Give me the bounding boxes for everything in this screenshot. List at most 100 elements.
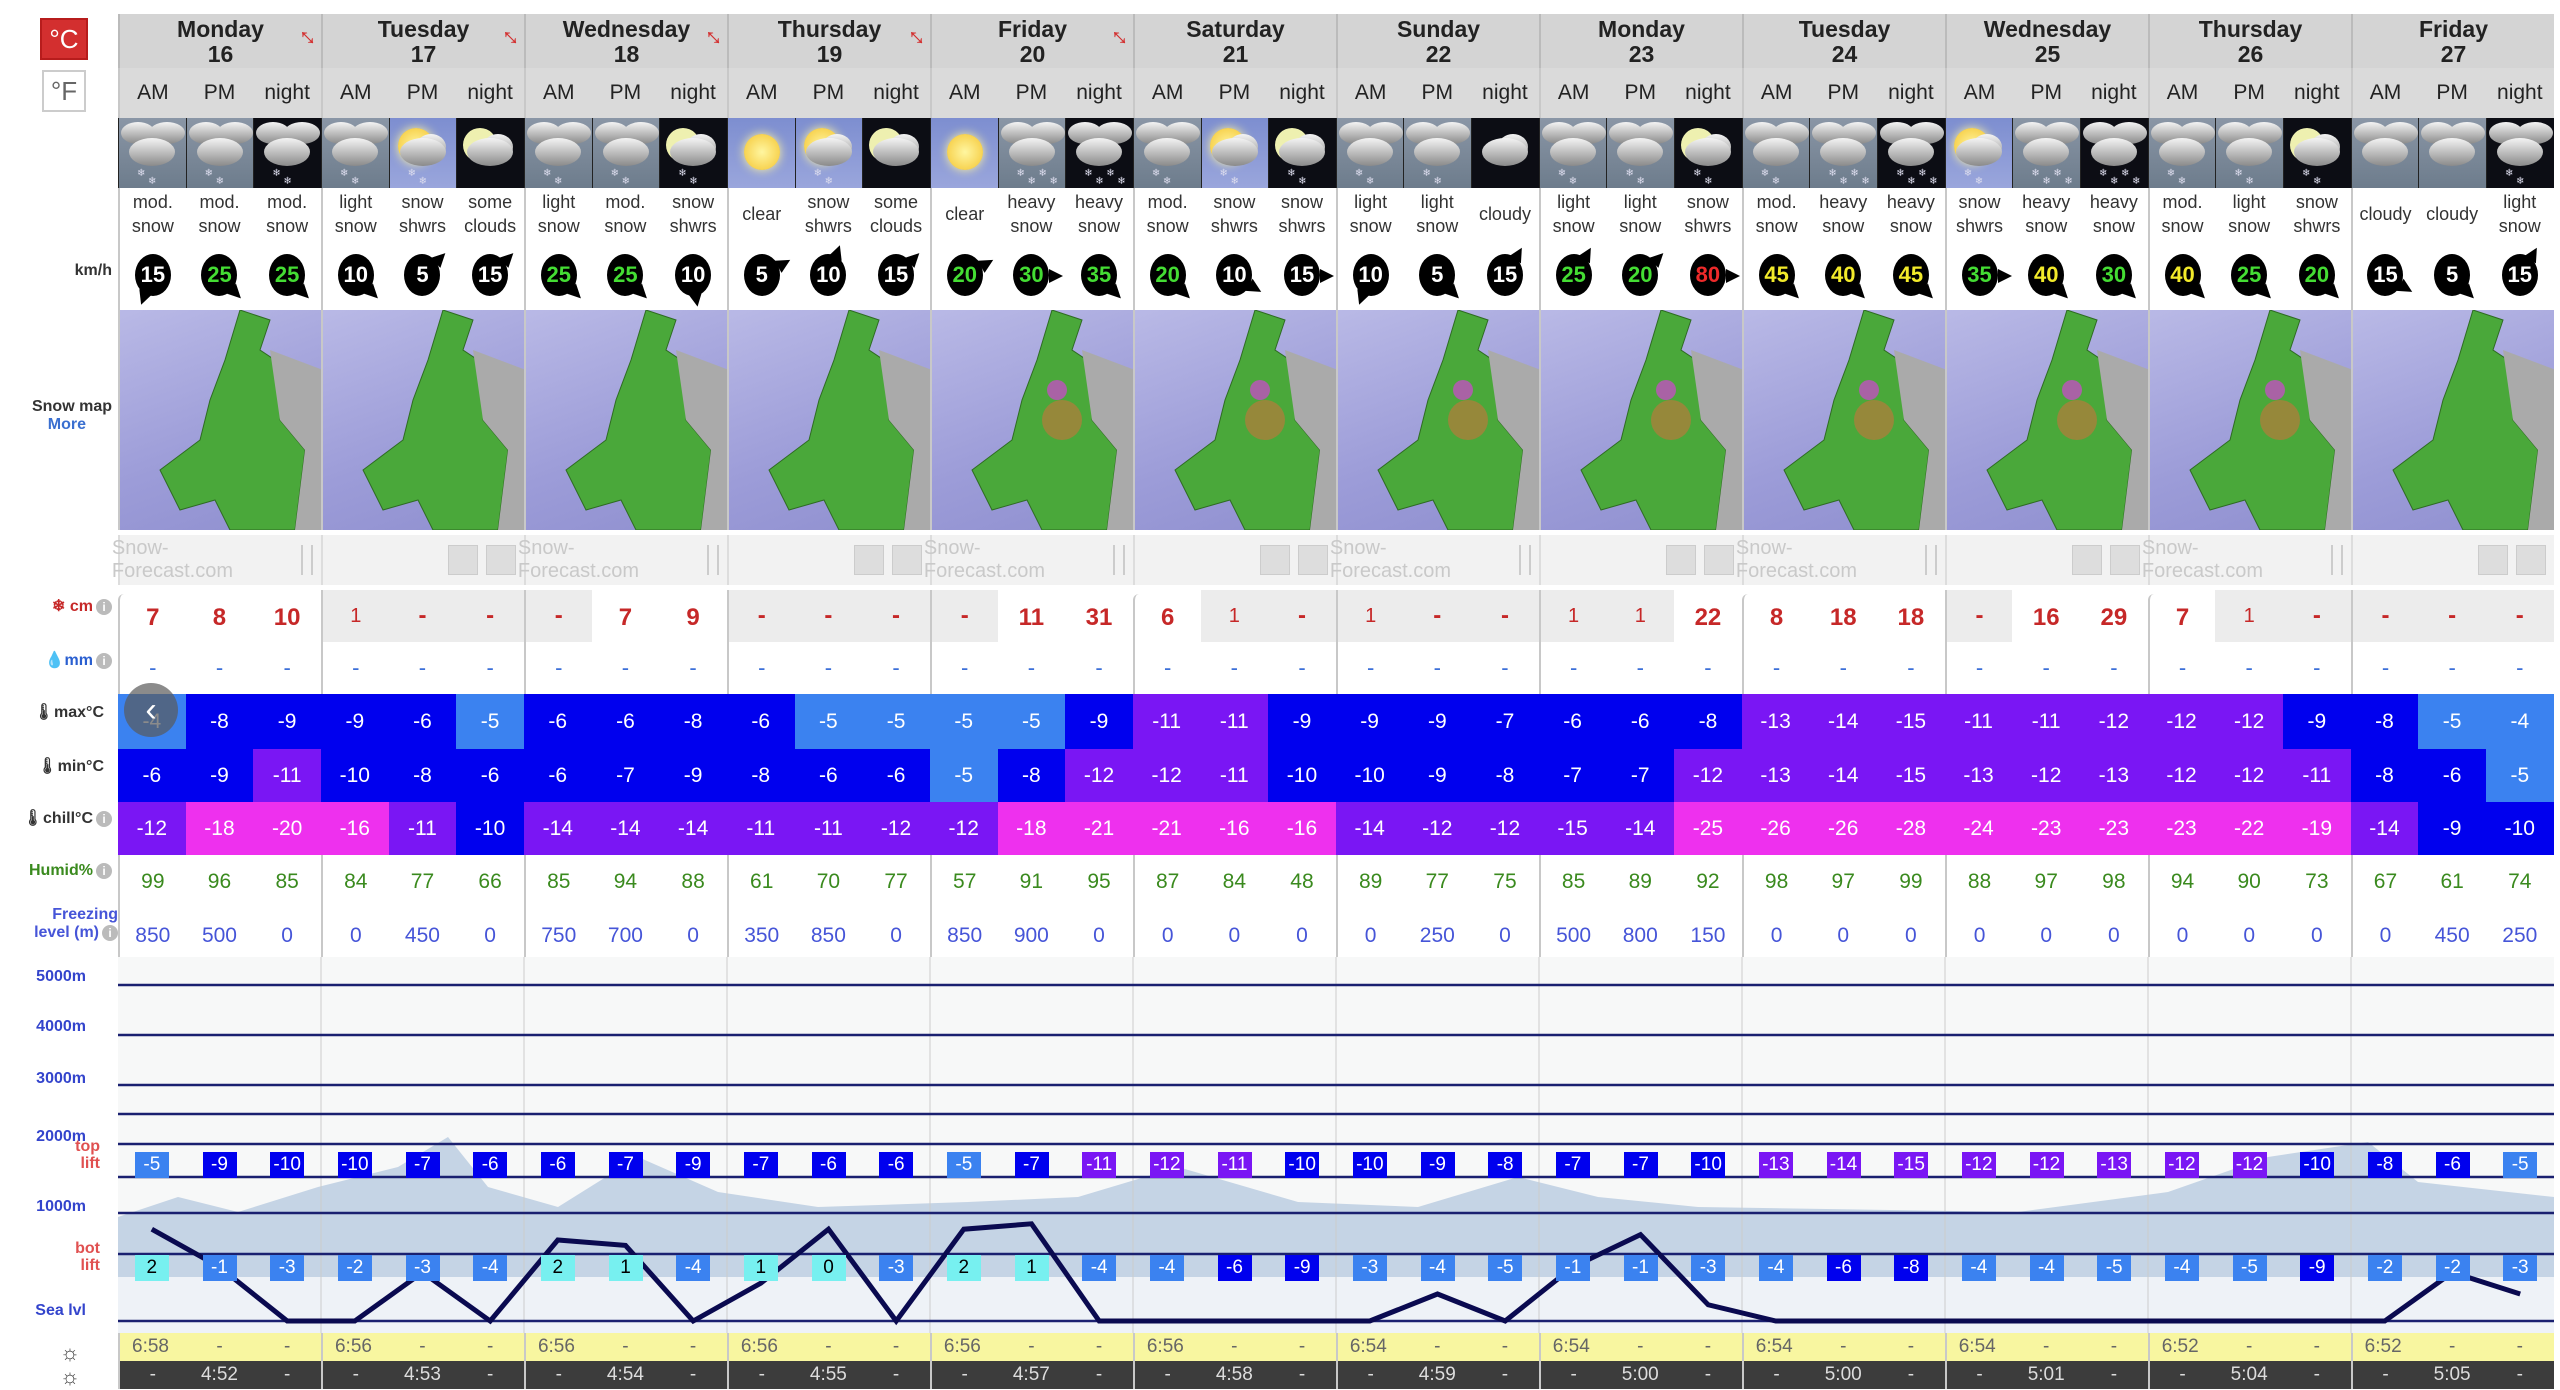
sunrise-time: -: [1877, 1333, 1945, 1361]
settings-icon[interactable]: [486, 545, 516, 575]
info-icon[interactable]: i: [102, 924, 118, 941]
settings-icon[interactable]: [2110, 545, 2140, 575]
weather-icon-snow-day: ❄ ❄: [1538, 118, 1607, 188]
snow-amount: 16: [2012, 594, 2081, 642]
snow-map-image[interactable]: [1539, 310, 1742, 530]
day-header[interactable]: Tuesday 24: [1742, 14, 1945, 68]
expand-icon[interactable]: [854, 545, 884, 575]
day-header[interactable]: Thursday 19 ↕: [727, 14, 930, 68]
scroll-left-button[interactable]: ‹: [124, 683, 178, 737]
top-lift-temp: -5: [2503, 1152, 2538, 1178]
cell-wind-chill: -12: [1471, 802, 1539, 855]
snow-map-image[interactable]: [118, 310, 321, 530]
humidity-value: 99: [1899, 870, 1923, 893]
rain-amount: -: [1636, 655, 1644, 680]
rain-amount: -: [283, 655, 291, 680]
weather-icon-sun-cloud-snow: ❄ ❄: [1200, 118, 1269, 188]
cell-max-temp: -12: [2080, 694, 2148, 749]
humidity-value: 67: [2350, 855, 2419, 909]
altitude-3000-label: 3000m: [36, 1070, 86, 1087]
animate-icon[interactable]: [717, 545, 719, 575]
settings-icon[interactable]: [892, 545, 922, 575]
snow-map-image[interactable]: [1742, 310, 1945, 530]
day-header[interactable]: Wednesday 25: [1945, 14, 2148, 68]
expand-icon[interactable]: [1260, 545, 1290, 575]
weather-icon-cloudy-day: [2350, 118, 2419, 188]
snow-map-image[interactable]: [524, 310, 727, 530]
cell-max-temp: -11: [1132, 694, 1201, 749]
settings-icon[interactable]: [1298, 545, 1328, 575]
snow-map-image[interactable]: [2148, 310, 2351, 530]
bot-lift-label: bot lift: [75, 1240, 100, 1274]
day-header[interactable]: Thursday 26: [2148, 14, 2351, 68]
zoom-icon[interactable]: [1925, 545, 1927, 575]
animate-icon[interactable]: [2341, 545, 2343, 575]
info-icon[interactable]: i: [96, 810, 112, 827]
snow-map-image[interactable]: [727, 310, 930, 530]
snow-map-image[interactable]: [321, 310, 524, 530]
top-lift-temp: -11: [1217, 1152, 1252, 1178]
day-header[interactable]: Friday 20 ↕: [930, 14, 1133, 68]
chevron-left-icon: ‹: [145, 690, 157, 729]
snow-amount: -: [929, 590, 998, 642]
expand-icon[interactable]: [2478, 545, 2508, 575]
sunrise-time: 6:54: [1538, 1333, 1607, 1361]
zoom-icon[interactable]: [1519, 545, 1521, 575]
snow-map-image[interactable]: [930, 310, 1133, 530]
cell-min-temp: -12: [2147, 749, 2216, 802]
fahrenheit-toggle[interactable]: °F: [42, 70, 86, 112]
zoom-icon[interactable]: [1113, 545, 1115, 575]
animate-icon[interactable]: [1935, 545, 1937, 575]
humidity-value: 98: [2102, 870, 2126, 893]
animate-icon[interactable]: [1123, 545, 1125, 575]
zoom-icon[interactable]: [301, 545, 303, 575]
settings-icon[interactable]: [1704, 545, 1734, 575]
cell-wind-chill: -18: [997, 802, 1066, 855]
cell-min-temp: -10: [320, 749, 389, 802]
sunrise-time: -: [1268, 1333, 1336, 1361]
day-header[interactable]: Wednesday 18 ↕: [524, 14, 727, 68]
expand-icon[interactable]: [448, 545, 478, 575]
snow-map-image[interactable]: [1945, 310, 2148, 530]
wind-cell: 15: [456, 240, 524, 310]
rain-amount: -: [1095, 655, 1103, 680]
day-header-row: Monday 16 ↕ Tuesday 17 ↕ Wednesday 18 ↕ Thursday 1…: [118, 14, 2554, 68]
snow-map-image[interactable]: [1133, 310, 1336, 530]
day-header[interactable]: Friday 27: [2351, 14, 2554, 68]
rain-mm-text: mm: [64, 652, 93, 669]
snow-map-image[interactable]: [1336, 310, 1539, 530]
celsius-toggle[interactable]: °C: [40, 18, 88, 60]
zoom-icon[interactable]: [707, 545, 709, 575]
sunrise-time: 6:58: [118, 1333, 186, 1361]
animate-icon[interactable]: [1529, 545, 1531, 575]
info-icon[interactable]: i: [96, 652, 112, 669]
bot-lift-temp: -4: [1149, 1255, 1184, 1281]
snow-map-more-link[interactable]: More: [0, 416, 86, 434]
expand-icon[interactable]: [1666, 545, 1696, 575]
settings-icon[interactable]: [2516, 545, 2546, 575]
info-icon[interactable]: i: [96, 598, 112, 615]
snow-amount: 29: [2080, 594, 2148, 642]
rain-amount: -: [2350, 642, 2419, 694]
animate-icon[interactable]: [311, 545, 313, 575]
day-header[interactable]: Tuesday 17 ↕: [321, 14, 524, 68]
weather-icon-sun-cloud-snow: ❄ ❄: [794, 118, 863, 188]
humidity-value: 73: [2305, 870, 2329, 893]
day-header[interactable]: Monday 16 ↕: [118, 14, 321, 68]
day-header[interactable]: Sunday 22: [1336, 14, 1539, 68]
freezing-level-value: 850: [929, 909, 998, 962]
day-header[interactable]: Monday 23: [1539, 14, 1742, 68]
wind-cell: 30: [2080, 240, 2148, 310]
top-lift-temp: -7: [743, 1152, 778, 1178]
day-header[interactable]: Saturday 21: [1133, 14, 1336, 68]
bot-lift-temp: -3: [879, 1255, 914, 1281]
weather-summary: cloudy: [1478, 204, 1531, 224]
top-lift-temp: -10: [337, 1152, 372, 1178]
zoom-icon[interactable]: [2331, 545, 2333, 575]
bot-lift-temp: -4: [2164, 1255, 2199, 1281]
sunrise-icon: ☼: [59, 1340, 80, 1365]
snow-map-image[interactable]: [2351, 310, 2554, 530]
sunrise-time: -: [388, 1333, 457, 1361]
expand-icon[interactable]: [2072, 545, 2102, 575]
info-icon[interactable]: i: [96, 862, 112, 879]
